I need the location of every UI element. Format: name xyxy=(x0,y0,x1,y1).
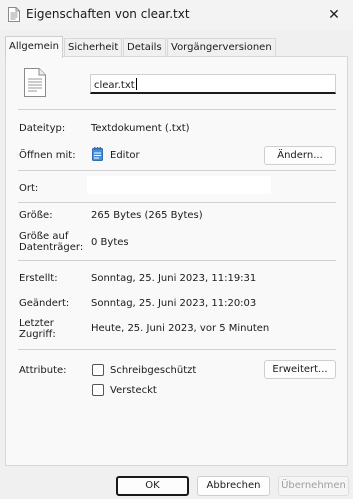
tab-sicherheit[interactable]: Sicherheit xyxy=(64,38,123,57)
readonly-label[interactable]: Schreibgeschützt xyxy=(110,365,196,376)
close-icon: ✕ xyxy=(328,7,340,23)
separator xyxy=(18,109,336,110)
size-on-disk-value: 0 Bytes xyxy=(91,237,129,248)
accessed-label-line2: Zugriff: xyxy=(19,329,56,340)
advanced-button[interactable]: Erweitert... xyxy=(264,360,336,379)
text-caret xyxy=(135,78,137,90)
size-value: 265 Bytes (265 Bytes) xyxy=(91,210,203,221)
window-title: Eigenschaften von clear.txt xyxy=(26,7,190,21)
hidden-checkbox[interactable] xyxy=(92,384,104,396)
file-type-value: Textdokument (.txt) xyxy=(91,123,190,134)
change-button[interactable]: Ändern... xyxy=(264,146,336,165)
tab-vorgaengerversionen[interactable]: Vorgängerversionen xyxy=(167,38,276,57)
general-panel: clear.txt Dateityp: Textdokument (.txt) … xyxy=(5,56,348,466)
tab-allgemein[interactable]: Allgemein xyxy=(5,36,63,58)
created-label: Erstellt: xyxy=(19,273,58,284)
separator xyxy=(18,202,336,203)
location-label: Ort: xyxy=(19,183,39,194)
modified-label: Geändert: xyxy=(19,298,70,309)
accessed-value: Heute, 25. Juni 2023, vor 5 Minuten xyxy=(91,323,270,334)
modified-value: Sonntag, 25. Juni 2023, 11:20:03 xyxy=(91,298,257,309)
size-on-disk-label-line2: Datenträger: xyxy=(19,242,84,253)
cancel-button[interactable]: Abbrechen xyxy=(197,476,270,496)
opens-with-value: Editor xyxy=(110,150,140,161)
separator xyxy=(18,349,336,350)
hidden-label[interactable]: Versteckt xyxy=(110,385,157,396)
accessed-label-line1: Letzter xyxy=(19,318,54,329)
notepad-icon xyxy=(92,147,103,161)
size-label: Größe: xyxy=(19,210,53,221)
size-on-disk-label-line1: Größe auf xyxy=(19,231,69,242)
readonly-checkbox[interactable] xyxy=(92,364,104,376)
file-name-input[interactable]: clear.txt xyxy=(90,74,336,94)
separator xyxy=(18,170,336,171)
opens-with-label: Öffnen mit: xyxy=(19,150,76,161)
location-field[interactable] xyxy=(87,176,271,194)
file-name-value: clear.txt xyxy=(94,80,135,91)
attributes-label: Attribute: xyxy=(19,365,67,376)
close-button[interactable]: ✕ xyxy=(323,4,345,26)
file-type-label: Dateityp: xyxy=(19,123,66,134)
tab-details[interactable]: Details xyxy=(123,38,166,57)
separator xyxy=(18,260,336,261)
text-document-icon xyxy=(24,68,46,97)
text-file-icon xyxy=(8,7,20,22)
created-value: Sonntag, 25. Juni 2023, 11:19:31 xyxy=(91,273,257,284)
apply-button[interactable]: Übernehmen xyxy=(278,476,349,496)
tab-bar: Allgemein Sicherheit Details Vorgängerve… xyxy=(5,36,350,58)
ok-button[interactable]: OK xyxy=(116,476,189,496)
title-bar: Eigenschaften von clear.txt ✕ xyxy=(0,0,353,30)
